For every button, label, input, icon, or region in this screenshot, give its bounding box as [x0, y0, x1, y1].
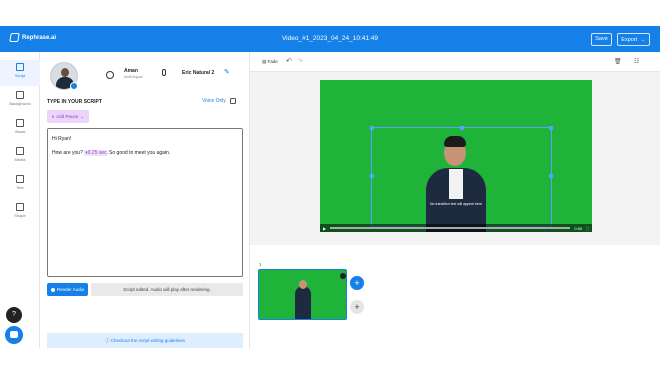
script-text: How are you? [52, 150, 83, 156]
background-icon [16, 91, 24, 99]
sidebar-item-shape[interactable]: Shape [0, 200, 40, 226]
script-line: How are you? ⏸0.25 sec So good to meet y… [52, 150, 170, 156]
resize-handle[interactable] [549, 126, 553, 130]
side-rail: Script Background Visual Media Text Shap… [0, 52, 40, 348]
video-canvas[interactable]: No transition text will appear here ▶ 0:… [320, 80, 592, 232]
scrubber[interactable] [330, 227, 571, 229]
resize-handle[interactable] [549, 174, 553, 178]
script-guidelines-link[interactable]: ⓘ Checkout the script writing guidelines [47, 333, 243, 348]
voice-only-label: Voice Only [202, 98, 226, 104]
sidebar-item-label: Visual [14, 129, 26, 134]
export-label: Export [621, 36, 638, 43]
export-button[interactable]: Export → [617, 33, 650, 46]
add-scene-button[interactable]: + [350, 276, 364, 290]
fullscreen-icon[interactable]: ⛶ [586, 226, 589, 231]
voice-person-icon [106, 71, 114, 79]
script-line: Hi Ryan! [52, 136, 72, 142]
fade-button[interactable]: ▤ Fade [262, 59, 278, 65]
sidebar-item-text[interactable]: Text [0, 172, 40, 198]
layers-icon[interactable]: ☷ [634, 58, 639, 65]
render-label: Render Audio [56, 287, 85, 292]
editor-toolbar: ▤ Fade ↶ ↷ 🗑 ☷ [250, 52, 660, 72]
voice-subtitle: Multi lingual [124, 75, 143, 79]
sidebar-item-label: Text [16, 185, 24, 190]
edit-status-message: Script edited. Audio will play after ren… [91, 283, 243, 296]
sidebar-item-label: Media [14, 157, 26, 162]
undo-icon[interactable]: ↶ [286, 57, 292, 65]
voice-name[interactable]: Aman [124, 68, 138, 74]
pencil-icon[interactable]: ✎ [224, 68, 230, 76]
script-textarea[interactable]: Hi Ryan! How are you? ⏸0.25 sec So good … [47, 128, 243, 277]
presenter-name[interactable]: Eric Natural 2 [182, 70, 214, 76]
resize-handle[interactable] [460, 126, 464, 130]
scene-more-icon[interactable] [340, 273, 346, 279]
render-icon [50, 287, 55, 292]
presenter-hair [444, 136, 466, 147]
fade-label: Fade [267, 59, 278, 64]
thumbnail-presenter-head [299, 280, 307, 289]
sidebar-item-visual[interactable]: Visual [0, 116, 40, 142]
guide-label: Checkout the script writing guidelines [110, 338, 186, 343]
voice-only-checkbox[interactable] [230, 98, 236, 104]
top-bar: Rephrase.ai Video_#1_2023_04_24_10:41:49… [0, 26, 660, 52]
render-audio-button[interactable]: Render Audio [47, 283, 88, 296]
script-icon [16, 63, 24, 71]
add-pause-button[interactable]: ⏸ Add Pause ⌄ [47, 110, 89, 123]
resize-handle[interactable] [370, 126, 374, 130]
script-panel: Aman Multi lingual Eric Natural 2 ✎ TYPE… [40, 52, 250, 348]
script-text: So good to meet you again. [109, 150, 171, 156]
redo-icon[interactable]: ↷ [297, 57, 303, 65]
trash-icon[interactable]: 🗑 [614, 58, 622, 65]
add-element-button[interactable]: + [350, 300, 364, 314]
shape-icon [16, 203, 24, 211]
resize-handle[interactable] [370, 174, 374, 178]
text-icon [16, 175, 24, 183]
scene-timeline: 1 + + [250, 245, 660, 348]
help-button[interactable]: ? [6, 307, 22, 323]
microphone-icon[interactable] [162, 69, 166, 76]
presenter-shirt [449, 169, 463, 199]
video-controls: ▶ 0:00 ⛶ [320, 224, 592, 232]
sidebar-item-background[interactable]: Background [0, 88, 40, 114]
arrow-right-icon: → [640, 36, 646, 43]
video-title[interactable]: Video_#1_2023_04_24_10:41:49 [0, 35, 660, 42]
sidebar-item-label: Background [9, 101, 31, 106]
chat-button[interactable] [5, 326, 23, 344]
pause-icon: ⏸ [51, 114, 55, 119]
visual-icon [16, 119, 24, 127]
scene-thumbnail[interactable] [258, 269, 347, 320]
avatar-head [61, 68, 69, 77]
save-button[interactable]: Save [591, 33, 612, 46]
video-caption: No transition text will appear here [430, 202, 482, 206]
avatar-badge-icon [70, 82, 78, 90]
play-icon[interactable]: ▶ [323, 226, 326, 231]
media-icon [16, 147, 24, 155]
scene-number: 1 [259, 262, 262, 267]
chevron-down-icon: ⌄ [80, 113, 85, 119]
pause-tag[interactable]: ⏸0.25 sec [84, 150, 108, 156]
thumbnail-presenter [295, 286, 311, 319]
add-pause-label: Add Pause [56, 114, 79, 119]
video-editor: ▤ Fade ↶ ↷ 🗑 ☷ No transition text will a… [250, 52, 660, 348]
script-heading: TYPE IN YOUR SCRIPT [47, 99, 102, 105]
sidebar-item-label: Shape [14, 213, 26, 218]
time-readout: 0:00 [574, 225, 583, 231]
sidebar-item-label: Script [14, 73, 26, 78]
sidebar-item-script[interactable]: Script [0, 60, 40, 86]
sidebar-item-media[interactable]: Media [0, 144, 40, 170]
chat-icon [10, 331, 18, 338]
